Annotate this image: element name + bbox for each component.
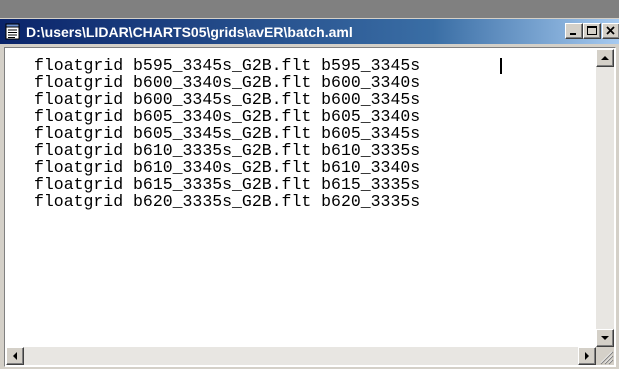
notepad-window: D:\users\LIDAR\CHARTS05\grids\avER\batch… [0,0,619,369]
text-line: floatgrid b595_3345s_G2B.flt b595_3345s [34,56,421,75]
text-line: floatgrid b600_3340s_G2B.flt b600_3340s [34,73,421,92]
arrow-down-icon [601,336,609,340]
horizontal-scrollbar[interactable] [6,347,596,365]
text-line: floatgrid b600_3345s_G2B.flt b600_3345s [34,90,421,109]
scroll-up-button[interactable] [596,49,614,67]
desktop-strip [0,0,619,18]
arrow-left-icon [13,352,17,360]
maximize-button[interactable] [583,23,601,39]
notepad-icon[interactable] [5,23,21,40]
scroll-left-button[interactable] [6,347,24,365]
text-line: floatgrid b610_3340s_G2B.flt b610_3340s [34,158,421,177]
text-caret [500,58,502,74]
text-line: floatgrid b615_3335s_G2B.flt b615_3335s [34,175,421,194]
maximize-icon [587,26,597,35]
text-line: floatgrid b605_3340s_G2B.flt b605_3340s [34,107,421,126]
minimize-icon [570,33,576,35]
resize-grip-icon [600,351,614,365]
title-bar[interactable]: D:\users\LIDAR\CHARTS05\grids\avER\batch… [0,18,619,44]
scroll-down-button[interactable] [596,329,614,347]
arrow-up-icon [601,56,609,60]
text-editor[interactable]: floatgrid b595_3345s_G2B.flt b595_3345s … [6,49,596,347]
vertical-scrollbar[interactable] [596,49,614,347]
close-icon [606,26,615,35]
client-area: floatgrid b595_3345s_G2B.flt b595_3345s … [4,47,616,367]
text-line: floatgrid b610_3335s_G2B.flt b610_3335s [34,141,421,160]
arrow-right-icon [585,352,589,360]
close-button[interactable] [602,23,619,39]
text-line: floatgrid b605_3345s_G2B.flt b605_3345s [34,124,421,143]
scroll-right-button[interactable] [578,347,596,365]
text-line: floatgrid b620_3335s_G2B.flt b620_3335s [34,192,421,211]
window-title: D:\users\LIDAR\CHARTS05\grids\avER\batch… [26,24,353,40]
minimize-button[interactable] [565,23,583,39]
resize-grip[interactable] [596,347,614,365]
